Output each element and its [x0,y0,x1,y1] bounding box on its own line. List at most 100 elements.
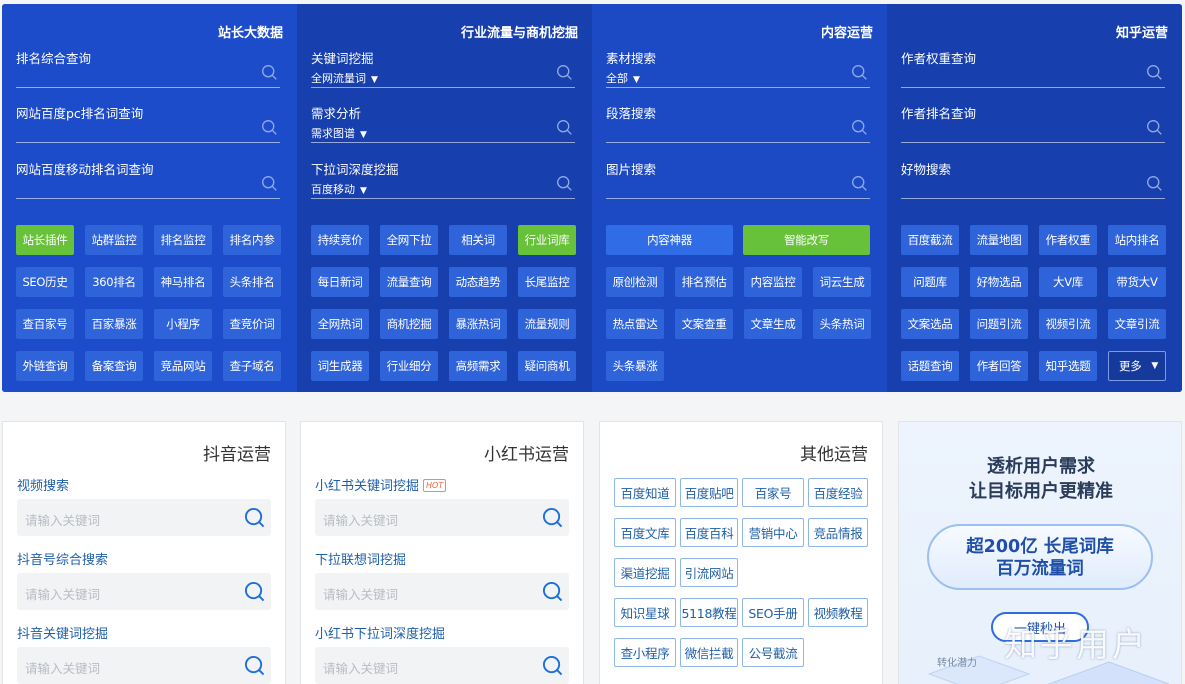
tool-button[interactable]: 词云生成 [813,267,871,297]
search-icon[interactable] [542,655,563,676]
tool-button[interactable]: 好物选品 [970,267,1028,297]
field-label[interactable]: 小红书下拉词深度挖掘 [315,623,445,642]
field-label[interactable]: 抖音关键词挖掘 [17,623,108,642]
search-icon[interactable] [851,119,868,136]
search-input[interactable]: 请输入关键词 [315,499,569,536]
tool-button[interactable]: 长尾监控 [518,267,576,297]
tool-button[interactable]: 神马排名 [154,267,212,297]
tool-button[interactable]: 头条暴涨 [606,351,664,381]
tool-button[interactable]: 小程序 [154,309,212,339]
tool-button[interactable]: 每日新词 [311,267,369,297]
tool-button[interactable]: 文章引流 [1108,309,1166,339]
field-label[interactable]: 下拉联想词挖掘 [315,549,406,568]
tool-button[interactable]: 外链查询 [16,351,74,381]
search-input[interactable]: 请输入关键词 [17,647,271,684]
search-icon[interactable] [556,175,573,192]
search-icon[interactable] [1146,119,1163,136]
tool-button[interactable]: 内容监控 [744,267,802,297]
tool-button[interactable]: 智能改写 [743,225,870,255]
search-baidu-mobile-rank[interactable]: 网站百度移动排名词查询 [16,157,280,199]
field-label[interactable]: 视频搜索 [17,475,69,494]
search-input[interactable]: 请输入关键词 [17,573,271,610]
search-scope-dropdown[interactable]: 百度移动 ▼ [311,181,367,197]
tool-button[interactable]: 站内排名 [1108,225,1166,255]
search-material[interactable]: 素材搜索 全部 ▼ [606,46,870,88]
tag-link[interactable]: 百度文库 [614,518,676,547]
tool-button[interactable]: 360排名 [85,267,143,297]
search-icon[interactable] [244,581,265,602]
search-paragraph[interactable]: 段落搜索 [606,101,870,143]
search-author-rank[interactable]: 作者排名查询 [901,101,1165,143]
tool-button[interactable]: 流量规则 [518,309,576,339]
search-keyword-mining[interactable]: 关键词挖掘 全网流量词 ▼ [311,46,575,88]
tool-button[interactable]: 备案查询 [85,351,143,381]
tool-button[interactable]: 持续竞价 [311,225,369,255]
search-icon[interactable] [244,655,265,676]
field-label[interactable]: 抖音号综合搜索 [17,549,108,568]
search-icon[interactable] [542,581,563,602]
tag-link[interactable]: 视频教程 [808,598,868,627]
tag-link[interactable]: 5118教程 [680,598,738,627]
search-icon[interactable] [851,175,868,192]
search-dropdown-deep[interactable]: 下拉词深度挖掘 百度移动 ▼ [311,157,575,199]
tool-button[interactable]: 疑问商机 [518,351,576,381]
search-demand-analysis[interactable]: 需求分析 需求图谱 ▼ [311,101,575,143]
tag-link[interactable]: 竞品情报 [808,518,868,547]
tag-link[interactable]: 微信拦截 [680,638,738,667]
search-rank-overall[interactable]: 排名综合查询 [16,46,280,88]
tag-link[interactable]: 百家号 [742,478,804,507]
tool-button[interactable]: 头条热词 [813,309,871,339]
tool-button[interactable]: 流量地图 [970,225,1028,255]
tool-button[interactable]: 内容神器 [606,225,733,255]
search-scope-dropdown[interactable]: 需求图谱 ▼ [311,125,367,141]
tool-button[interactable]: 原创检测 [606,267,664,297]
search-icon[interactable] [1146,175,1163,192]
tag-link[interactable]: 知识星球 [614,598,676,627]
tool-button[interactable]: 问题库 [901,267,959,297]
tool-button[interactable]: 竞品网站 [154,351,212,381]
tag-link[interactable]: 百度知道 [614,478,676,507]
tool-button[interactable]: 文章生成 [744,309,802,339]
tool-button[interactable]: 视频引流 [1039,309,1097,339]
tool-button[interactable]: 查百家号 [16,309,74,339]
tool-button[interactable]: 排名内参 [223,225,281,255]
tool-button[interactable]: 查子域名 [223,351,281,381]
tool-button[interactable]: 话题查询 [901,351,959,381]
tag-link[interactable]: 查小程序 [614,638,676,667]
tag-link[interactable]: 渠道挖掘 [614,558,676,587]
tool-button[interactable]: 暴涨热词 [449,309,507,339]
field-label[interactable]: 小红书关键词挖掘 HOT [315,475,447,494]
tool-button[interactable]: 高频需求 [449,351,507,381]
tool-button[interactable]: 头条排名 [223,267,281,297]
tag-link[interactable]: 公号截流 [742,638,804,667]
tag-link[interactable]: 引流网站 [680,558,738,587]
tool-button[interactable]: 作者回答 [970,351,1028,381]
tool-button[interactable]: 作者权重 [1039,225,1097,255]
tool-button[interactable]: 流量查询 [380,267,438,297]
tool-button[interactable]: 排名监控 [154,225,212,255]
tool-button[interactable]: 行业细分 [380,351,438,381]
tool-button[interactable]: 大V库 [1039,267,1097,297]
search-scope-dropdown[interactable]: 全部 ▼ [606,70,640,86]
tag-link[interactable]: 百度贴吧 [680,478,738,507]
tag-link[interactable]: SEO手册 [742,598,804,627]
search-input[interactable]: 请输入关键词 [315,647,569,684]
tool-button[interactable]: 百家暴涨 [85,309,143,339]
tool-button[interactable]: 文案选品 [901,309,959,339]
search-icon[interactable] [261,175,278,192]
search-author-weight[interactable]: 作者权重查询 [901,46,1165,88]
tool-button[interactable]: 百度截流 [901,225,959,255]
search-input[interactable]: 请输入关键词 [315,573,569,610]
search-image[interactable]: 图片搜索 [606,157,870,199]
search-goods[interactable]: 好物搜索 [901,157,1165,199]
tool-button[interactable]: 问题引流 [970,309,1028,339]
search-baidu-pc-rank[interactable]: 网站百度pc排名词查询 [16,101,280,143]
tool-button[interactable]: 热点雷达 [606,309,664,339]
tool-button[interactable]: 知乎选题 [1039,351,1097,381]
tool-button[interactable]: 查竞价词 [223,309,281,339]
tool-button[interactable]: 相关词 [449,225,507,255]
tool-button[interactable]: SEO历史 [16,267,74,297]
tool-button[interactable]: 商机挖掘 [380,309,438,339]
search-input[interactable]: 请输入关键词 [17,499,271,536]
tool-button[interactable]: 站群监控 [85,225,143,255]
